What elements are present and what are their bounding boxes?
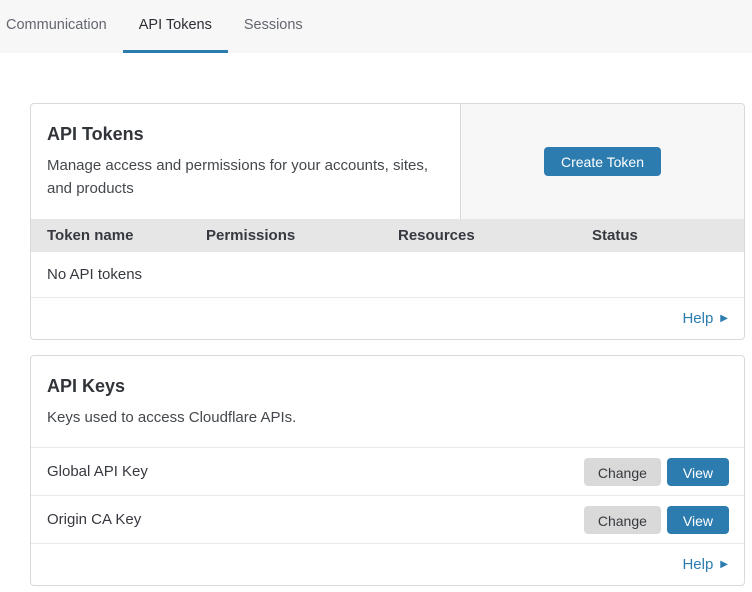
key-actions: Change View <box>584 458 729 486</box>
api-tokens-card-header-text: API Tokens Manage access and permissions… <box>31 104 460 219</box>
change-global-api-key-button[interactable]: Change <box>584 458 661 486</box>
api-keys-title: API Keys <box>47 374 728 398</box>
api-tokens-title: API Tokens <box>47 122 444 146</box>
keys-help-link[interactable]: Help ▶ <box>682 556 728 573</box>
api-keys-description: Keys used to access Cloudflare APIs. <box>47 406 728 429</box>
key-label: Global API Key <box>47 463 148 480</box>
api-tokens-card-header: API Tokens Manage access and permissions… <box>31 104 744 219</box>
tab-api-tokens[interactable]: API Tokens <box>123 0 228 53</box>
tokens-table-header: Token name Permissions Resources Status <box>31 219 744 252</box>
tab-sessions[interactable]: Sessions <box>228 0 319 53</box>
tab-communication[interactable]: Communication <box>0 0 123 53</box>
column-header-token-name: Token name <box>31 227 206 244</box>
key-row-global-api-key: Global API Key Change View <box>31 447 744 495</box>
create-token-panel: Create Token <box>460 104 744 219</box>
help-arrow-icon: ▶ <box>720 313 728 324</box>
tab-bar: Communication API Tokens Sessions <box>0 0 752 53</box>
keys-help-label: Help <box>682 556 713 573</box>
api-tokens-card: API Tokens Manage access and permissions… <box>30 103 745 340</box>
create-token-button[interactable]: Create Token <box>544 147 661 176</box>
view-global-api-key-button[interactable]: View <box>667 458 729 486</box>
api-tokens-description: Manage access and permissions for your a… <box>47 154 444 200</box>
view-origin-ca-key-button[interactable]: View <box>667 506 729 534</box>
key-label: Origin CA Key <box>47 511 141 528</box>
key-actions: Change View <box>584 506 729 534</box>
change-origin-ca-key-button[interactable]: Change <box>584 506 661 534</box>
tokens-help-link[interactable]: Help ▶ <box>682 310 728 327</box>
help-arrow-icon: ▶ <box>720 559 728 570</box>
tokens-help-row: Help ▶ <box>31 297 744 339</box>
column-header-status: Status <box>592 227 744 244</box>
tokens-empty-state: No API tokens <box>31 252 744 297</box>
column-header-resources: Resources <box>398 227 592 244</box>
api-keys-card-header: API Keys Keys used to access Cloudflare … <box>31 356 744 447</box>
key-row-origin-ca-key: Origin CA Key Change View <box>31 495 744 543</box>
column-header-permissions: Permissions <box>206 227 398 244</box>
api-keys-card: API Keys Keys used to access Cloudflare … <box>30 355 745 586</box>
keys-help-row: Help ▶ <box>31 543 744 585</box>
main-content: API Tokens Manage access and permissions… <box>30 103 745 586</box>
tokens-help-label: Help <box>682 310 713 327</box>
